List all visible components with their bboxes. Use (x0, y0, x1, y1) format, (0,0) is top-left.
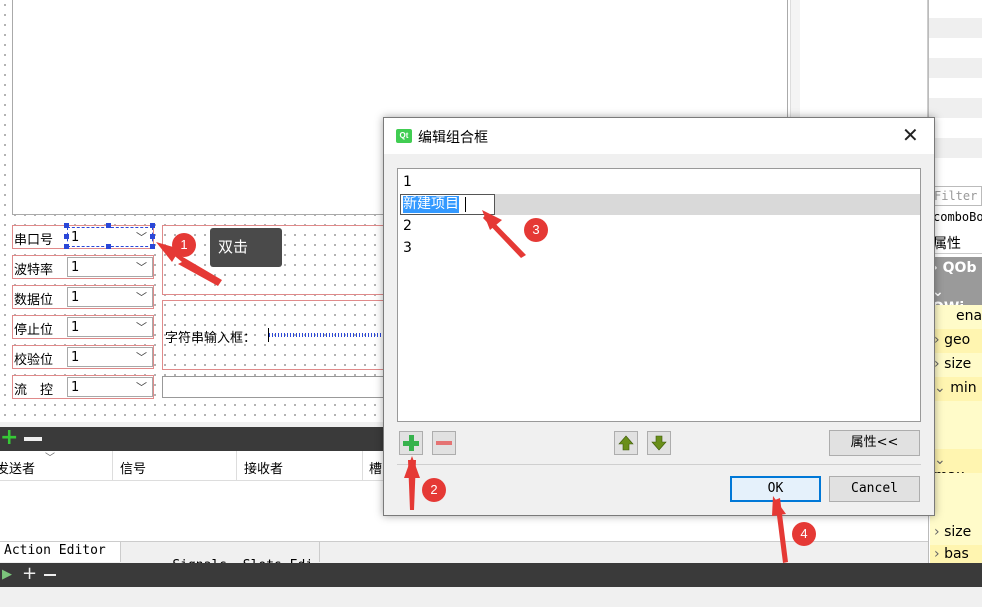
annotation-badge-2: 2 (422, 478, 446, 502)
annotation-arrow-2-head (404, 456, 420, 478)
annotation-badge-3: 3 (524, 218, 548, 242)
annotation-arrows (156, 210, 788, 563)
annotation-badge-1: 1 (172, 233, 196, 257)
annotation-badge-4: 4 (792, 522, 816, 546)
